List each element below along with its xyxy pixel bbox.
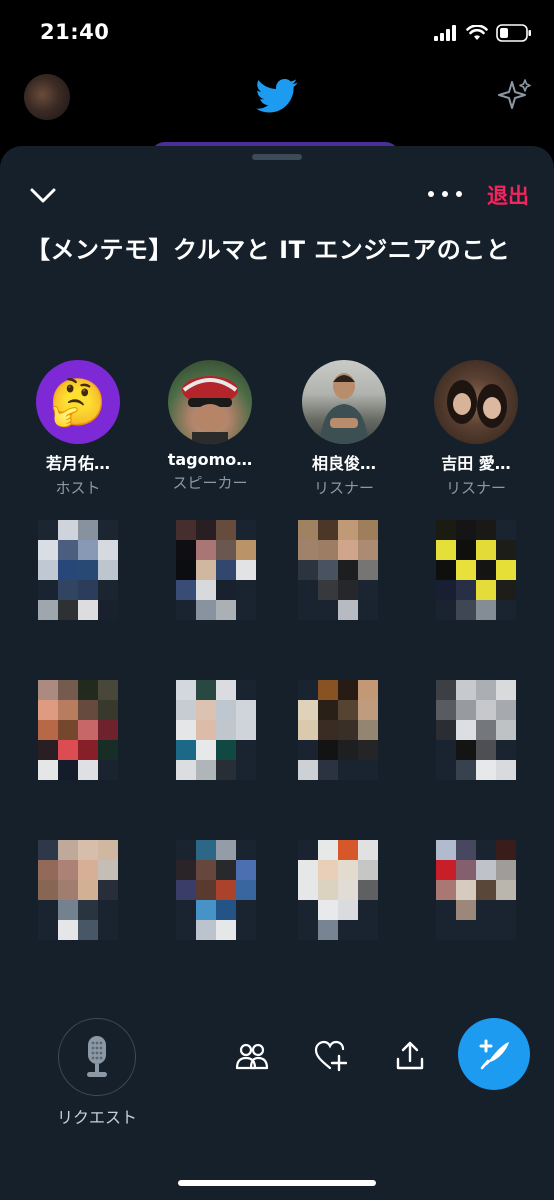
request-mic-button[interactable] — [58, 1018, 136, 1096]
status-time: 21:40 — [40, 20, 110, 44]
status-icons — [434, 22, 532, 44]
participant-role: リスナー — [445, 479, 506, 497]
microphone-icon — [87, 1036, 107, 1077]
people-icon — [235, 1043, 269, 1070]
participant-speaker[interactable]: tagomo… スピーカー — [150, 360, 270, 493]
people-button[interactable] — [234, 1038, 270, 1074]
avatar — [168, 360, 252, 444]
request-label: リクエスト — [56, 1108, 137, 1127]
blurred-listener[interactable] — [436, 680, 516, 780]
heart-plus-icon — [314, 1040, 347, 1072]
battery-icon — [496, 24, 531, 42]
participant-name: 若月佑… — [45, 454, 110, 473]
sheet-grabber[interactable] — [252, 154, 302, 160]
participant-listener[interactable]: 吉田 愛… リスナー — [416, 360, 536, 498]
share-icon — [396, 1041, 424, 1070]
blurred-listener[interactable] — [176, 680, 256, 780]
blurred-listener[interactable] — [38, 840, 118, 940]
wifi-icon — [466, 25, 488, 40]
chevron-down-icon[interactable] — [28, 182, 58, 208]
participant-role: スピーカー — [172, 474, 248, 492]
home-indicator[interactable] — [178, 1180, 376, 1186]
sparkle-icon[interactable] — [498, 78, 532, 112]
bottom-action-bar: リクエスト — [0, 1000, 554, 1200]
twitter-bird-icon — [256, 78, 298, 113]
leave-button[interactable]: 退出 — [487, 180, 529, 210]
avatar — [434, 360, 518, 444]
share-button[interactable] — [392, 1038, 428, 1074]
compose-tweet-button[interactable] — [458, 1018, 530, 1090]
blurred-listener[interactable] — [176, 520, 256, 620]
blurred-listener[interactable] — [298, 680, 378, 780]
participant-host[interactable]: 🤔 若月佑… ホスト — [18, 360, 138, 498]
profile-avatar[interactable] — [24, 74, 70, 120]
blurred-listener[interactable] — [176, 840, 256, 940]
participant-role: リスナー — [313, 479, 374, 497]
participant-role: ホスト — [55, 479, 101, 497]
participant-listener[interactable]: 相良俊… リスナー — [284, 360, 404, 498]
cellular-signal-icon — [434, 25, 456, 41]
participant-name: 相良俊… — [311, 454, 376, 473]
blurred-listener[interactable] — [436, 520, 516, 620]
avatar — [302, 360, 386, 444]
status-bar: 21:40 — [0, 0, 554, 66]
space-title: 【メンテモ】クルマと IT エンジニアのこと — [26, 236, 511, 264]
blurred-listener[interactable] — [38, 520, 118, 620]
participant-name: 吉田 愛… — [441, 454, 511, 473]
thinking-face-emoji: 🤔 — [36, 360, 120, 444]
reaction-button[interactable] — [312, 1038, 348, 1074]
participant-name: tagomo… — [167, 450, 253, 469]
blurred-listener[interactable] — [298, 840, 378, 940]
blurred-listener[interactable] — [38, 680, 118, 780]
more-options-icon[interactable] — [428, 182, 462, 206]
blurred-listener[interactable] — [298, 520, 378, 620]
blurred-listener[interactable] — [436, 840, 516, 940]
compose-tweet-icon — [479, 1039, 509, 1070]
